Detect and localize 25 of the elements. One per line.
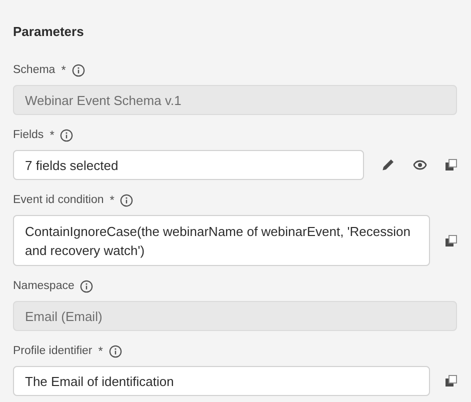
condition-field[interactable]: ContainIgnoreCase(the webinarName of webinarEvent, 'Recession and recovery watch'): [13, 215, 430, 266]
field-label: Profile identifier: [13, 345, 92, 357]
info-icon[interactable]: [80, 280, 94, 292]
input-field: Webinar Event Schema v.1: [13, 85, 457, 115]
required-mark: *: [50, 128, 54, 142]
copy-icon[interactable]: [445, 159, 457, 171]
info-icon[interactable]: [72, 64, 85, 76]
field-label: Schema: [13, 64, 56, 76]
input-field[interactable]: 7 fields selected: [13, 150, 364, 180]
eye-icon[interactable]: [413, 160, 427, 170]
input-field: Email (Email): [13, 301, 457, 331]
required-mark: *: [98, 344, 103, 358]
info-icon[interactable]: [120, 194, 134, 206]
required-mark: *: [61, 63, 66, 77]
field-label: Event id condition: [13, 194, 104, 206]
info-icon[interactable]: [60, 128, 74, 142]
field-label: Fields: [13, 129, 44, 141]
copy-icon[interactable]: [445, 234, 457, 246]
input-field[interactable]: The Email of identification: [13, 366, 430, 396]
required-mark: *: [110, 193, 114, 207]
section-title: Parameters: [13, 23, 85, 41]
field-label: Namespace: [13, 280, 74, 292]
pencil-icon[interactable]: [381, 158, 395, 172]
info-icon[interactable]: [108, 344, 122, 358]
copy-icon[interactable]: [445, 375, 457, 387]
